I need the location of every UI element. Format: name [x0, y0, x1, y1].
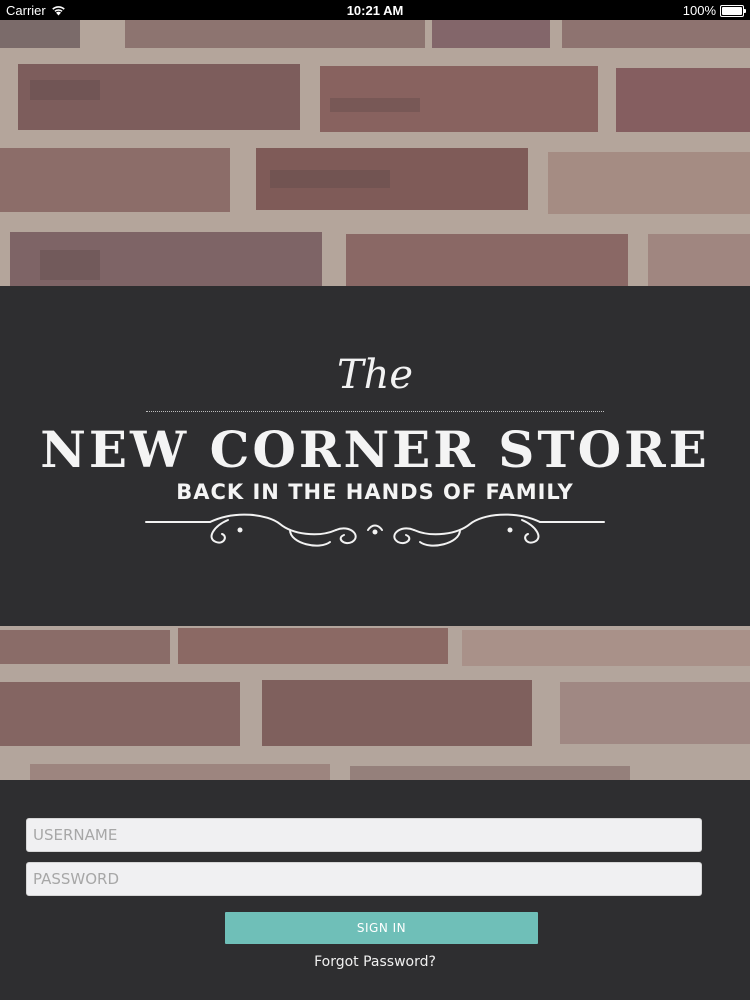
status-time: 10:21 AM [346, 3, 404, 18]
forgot-password-link[interactable]: Forgot Password? [0, 954, 750, 970]
flourish-ornament [145, 513, 605, 547]
logo-the: The [336, 352, 414, 398]
status-bar: Carrier 10:21 AM 100% [0, 0, 750, 20]
brick-wall-bottom [0, 626, 750, 780]
battery-percent: 100% [682, 3, 716, 18]
password-field[interactable] [26, 862, 702, 896]
brick-wall-top [0, 20, 750, 286]
logo-divider [146, 411, 604, 412]
username-field[interactable] [26, 818, 702, 852]
logo-title: NEW CORNER STORE [40, 420, 710, 479]
battery-icon [720, 4, 746, 17]
login-form: SIGN IN Forgot Password? [0, 780, 750, 1000]
sign-in-button[interactable]: SIGN IN [225, 912, 538, 944]
logo-tagline: BACK IN THE HANDS OF FAMILY [176, 480, 574, 504]
status-right: 100% [682, 3, 746, 18]
logo-banner: The NEW CORNER STORE BACK IN THE HANDS O… [0, 286, 750, 626]
